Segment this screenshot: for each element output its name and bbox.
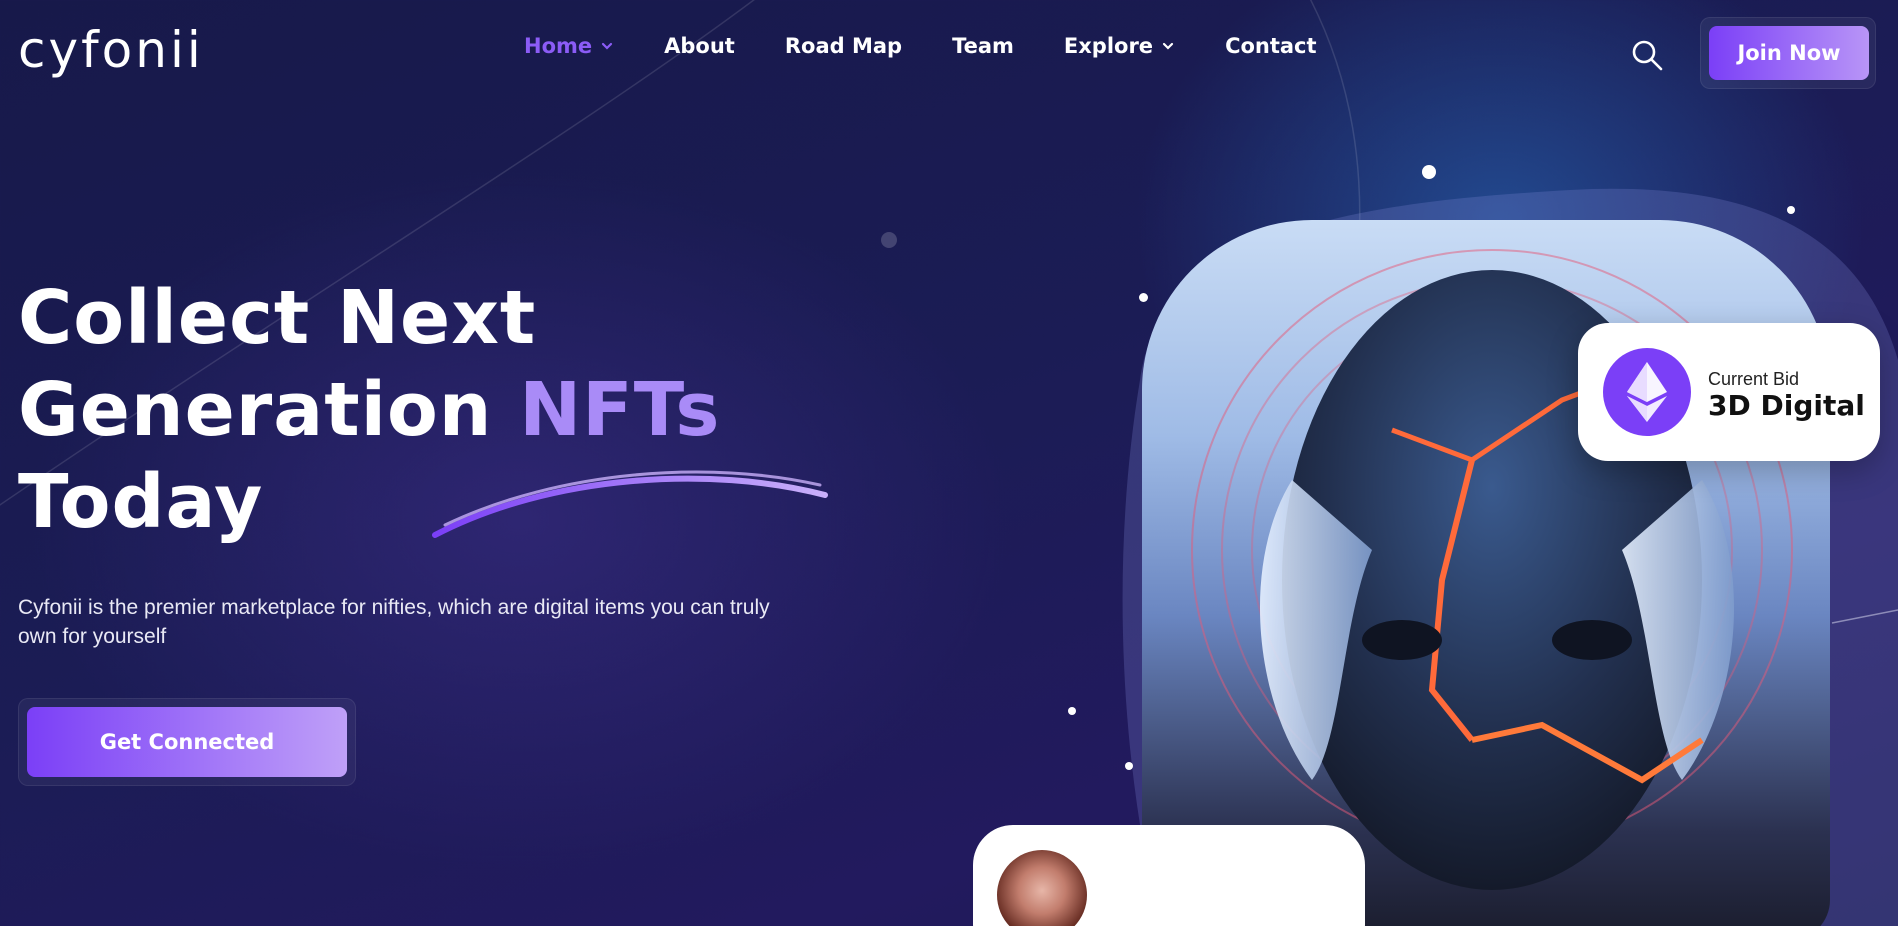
current-bid-card[interactable]: Current Bid 3D Digital — [1578, 323, 1880, 461]
ethereum-icon — [1603, 348, 1691, 436]
nav-item-explore[interactable]: Explore — [1064, 34, 1175, 58]
nav-item-label: Team — [952, 34, 1014, 58]
decor-dot — [1068, 707, 1076, 715]
nav-item-label: Contact — [1225, 34, 1317, 58]
main-nav: Home About Road Map Team Explore Contact — [524, 34, 1367, 58]
current-bid-value: 3D Digital — [1708, 389, 1865, 422]
nav-item-label: Explore — [1063, 34, 1154, 58]
site-header: cyfonii Home About Road Map Team Explore… — [0, 0, 1898, 100]
nav-item-label: Road Map — [784, 34, 903, 58]
join-button-frame: Join Now — [1700, 17, 1876, 89]
get-connected-button[interactable]: Get Connected — [27, 707, 347, 777]
hero-artwork — [1100, 160, 1898, 926]
search-icon[interactable] — [1630, 38, 1664, 72]
nav-item-label: Home — [524, 34, 593, 58]
decor-dot — [1125, 762, 1133, 770]
nav-item-about[interactable]: About — [664, 34, 735, 58]
current-bid-label: Current Bid — [1708, 369, 1800, 389]
nav-item-contact[interactable]: Contact — [1225, 34, 1317, 58]
chevron-down-icon — [602, 42, 613, 50]
decor-dot — [1787, 206, 1795, 214]
nav-item-label: About — [664, 34, 735, 58]
creator-avatar — [997, 850, 1087, 926]
swoosh-decoration — [432, 470, 828, 538]
hero-description: Cyfonii is the premier marketplace for n… — [18, 596, 770, 648]
chevron-down-icon — [1162, 42, 1174, 50]
decor-dot — [1139, 293, 1148, 302]
hero-title-line3: Today — [18, 459, 264, 545]
hero-title-line2: Generation — [18, 367, 520, 453]
nav-item-home[interactable]: Home — [524, 34, 614, 58]
hero-title-line1: Collect Next — [18, 275, 537, 361]
creator-card[interactable] — [973, 825, 1365, 926]
cta-button-frame: Get Connected — [18, 698, 356, 786]
hero-title-accent: NFTs — [519, 367, 721, 453]
decor-dot — [1422, 165, 1436, 179]
brand-logo[interactable]: cyfonii — [18, 22, 204, 78]
nav-item-road-map[interactable]: Road Map — [785, 34, 902, 58]
join-now-button[interactable]: Join Now — [1709, 26, 1869, 80]
nav-item-team[interactable]: Team — [952, 34, 1014, 58]
